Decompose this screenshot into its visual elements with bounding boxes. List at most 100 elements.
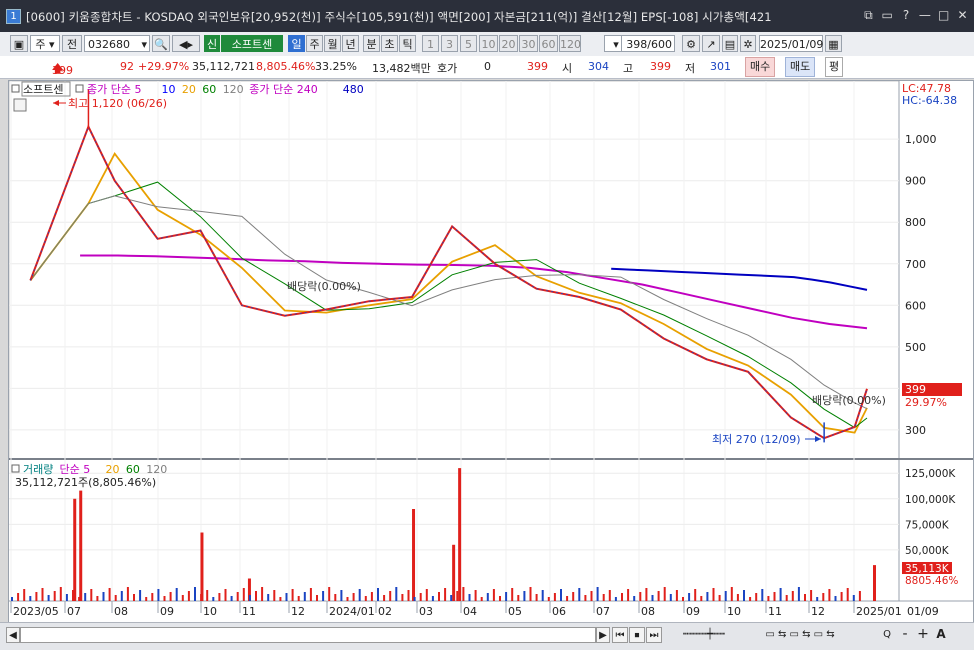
grid-toggle-icon[interactable] xyxy=(13,98,27,112)
zoom-in-icon[interactable]: + xyxy=(916,627,930,643)
indicator-icon[interactable]: ⚙ xyxy=(682,35,700,52)
zoom-out-icon[interactable]: - xyxy=(898,627,912,643)
panel-collapse-icon[interactable] xyxy=(11,84,20,93)
volume-bar xyxy=(425,589,428,601)
zoom-slider[interactable]: ┅┅┅┅┿┅┅ xyxy=(668,627,740,643)
search-icon[interactable]: 🔍 xyxy=(152,35,170,52)
chart-canvas[interactable]: 3004005006007008009001,000 50,000K75,000… xyxy=(8,80,973,622)
auto-scale-icon[interactable]: A xyxy=(934,627,948,643)
flat-button[interactable]: 평 xyxy=(825,57,844,77)
volume-bar xyxy=(181,595,184,601)
maximize-icon[interactable]: □ xyxy=(936,8,951,22)
high-price: 399 xyxy=(650,60,671,73)
tab-minute[interactable]: 분 xyxy=(363,35,380,52)
chart-area[interactable]: 3004005006007008009001,000 50,000K75,000… xyxy=(8,80,974,623)
legend-item: 10 xyxy=(162,83,176,96)
x-tick-label: 2023/05 xyxy=(13,605,59,618)
legend-item: 60 xyxy=(202,83,216,96)
interval-20[interactable]: 20 xyxy=(499,35,518,52)
scroll-left-icon[interactable]: ◀ xyxy=(6,627,20,643)
close-icon[interactable]: ✕ xyxy=(955,8,970,22)
volume-bar xyxy=(712,588,715,601)
tile-icon[interactable]: ▭ xyxy=(880,8,895,22)
interval-3[interactable]: 3 xyxy=(441,35,458,52)
volume-bar xyxy=(59,587,62,601)
volume-bar xyxy=(828,589,831,601)
tab-day[interactable]: 일 xyxy=(288,35,305,52)
settings-icon[interactable]: ✲ xyxy=(740,35,756,52)
volume-bar xyxy=(560,589,562,601)
x-tick-label: 2025/01 xyxy=(856,605,902,618)
volume-bar xyxy=(541,590,544,601)
volume-bar xyxy=(248,595,251,601)
prev-button[interactable]: 전 xyxy=(62,35,82,52)
volume-collapse-icon[interactable] xyxy=(11,464,20,473)
volume-bar xyxy=(846,588,849,601)
volume-bar xyxy=(11,597,13,601)
audio-icon[interactable]: ◀▸ xyxy=(172,35,200,52)
period-select[interactable]: 주 ▾ xyxy=(30,35,60,52)
date-input[interactable]: 2025/01/09 xyxy=(759,35,823,52)
volume-pct: 8,805.46% xyxy=(256,60,316,73)
layout-icon[interactable]: ▣ xyxy=(10,35,28,52)
volume-bar xyxy=(458,468,462,601)
help-icon[interactable]: ? xyxy=(899,8,914,22)
volume-bar xyxy=(35,592,38,601)
volume-bar xyxy=(438,592,440,601)
volume-bar xyxy=(505,592,508,601)
scroll-right-icon[interactable]: ▶ xyxy=(596,627,610,643)
ma-collapse-icon[interactable] xyxy=(75,84,84,93)
bar-count[interactable]: 398/600 xyxy=(621,35,675,52)
volume-bar xyxy=(389,591,392,601)
tab-second[interactable]: 초 xyxy=(381,35,398,52)
scroll-track[interactable] xyxy=(20,627,596,643)
low-label: 저 xyxy=(685,62,696,75)
volume-bar xyxy=(810,590,813,601)
interval-10[interactable]: 10 xyxy=(479,35,498,52)
volume-bar xyxy=(200,594,203,601)
interval-120[interactable]: 120 xyxy=(559,35,581,52)
interval-1[interactable]: 1 xyxy=(422,35,439,52)
volume-bar xyxy=(316,595,318,601)
volume-bar xyxy=(566,596,569,601)
volume-bar xyxy=(187,591,190,601)
volume-bar xyxy=(450,595,453,601)
volume-bar xyxy=(755,593,758,601)
restore-icon[interactable]: ⧉ xyxy=(861,8,876,23)
x-tick-label: 09 xyxy=(686,605,700,618)
stock-name: 소프트센 xyxy=(221,35,283,52)
zoom-search-icon[interactable]: Q xyxy=(880,627,894,643)
tab-month[interactable]: 월 xyxy=(324,35,341,52)
tab-week[interactable]: 주 xyxy=(306,35,323,52)
volume-bar xyxy=(346,597,349,601)
app-icon[interactable]: 1 xyxy=(6,9,21,24)
interval-5[interactable]: 5 xyxy=(460,35,477,52)
calendar-icon[interactable]: ▦ xyxy=(825,35,842,52)
volume-bar xyxy=(858,591,861,601)
volume-bar xyxy=(230,596,233,601)
min-annotation: 최저 270 (12/09) xyxy=(712,433,801,446)
minimize-icon[interactable]: — xyxy=(917,8,932,22)
save-icon[interactable]: ▤ xyxy=(722,35,738,52)
stock-code-input[interactable]: 032680 ▾ xyxy=(84,35,150,52)
buy-button[interactable]: 매수 xyxy=(745,57,776,77)
volume-bar xyxy=(816,597,819,601)
volume-bar xyxy=(285,593,288,601)
last-icon[interactable]: ⏭ xyxy=(646,627,662,643)
x-tick-label: 05 xyxy=(508,605,522,618)
chart-toolbar: ▣ 주 ▾ 전 032680 ▾ 🔍 ◀▸ 신 소프트센 일 주 월 년 분 초 … xyxy=(0,32,974,57)
volume-bar xyxy=(133,594,135,601)
tab-year[interactable]: 년 xyxy=(342,35,359,52)
volume-bar xyxy=(639,592,642,601)
volume-bar xyxy=(452,544,456,601)
stop-icon[interactable]: ⏹ xyxy=(629,627,645,643)
volume-tick-label: 75,000K xyxy=(905,519,950,531)
tab-tick[interactable]: 틱 xyxy=(399,35,416,52)
draw-icon[interactable]: ↗ xyxy=(702,35,720,52)
sell-button[interactable]: 매도 xyxy=(785,57,816,77)
volume-bar xyxy=(517,595,520,601)
tool-icons[interactable]: ▭ ⇆ ▭ ⇆ ▭ ⇆ xyxy=(744,627,856,643)
interval-30[interactable]: 30 xyxy=(519,35,538,52)
interval-60[interactable]: 60 xyxy=(539,35,558,52)
first-icon[interactable]: ⏮ xyxy=(612,627,628,643)
